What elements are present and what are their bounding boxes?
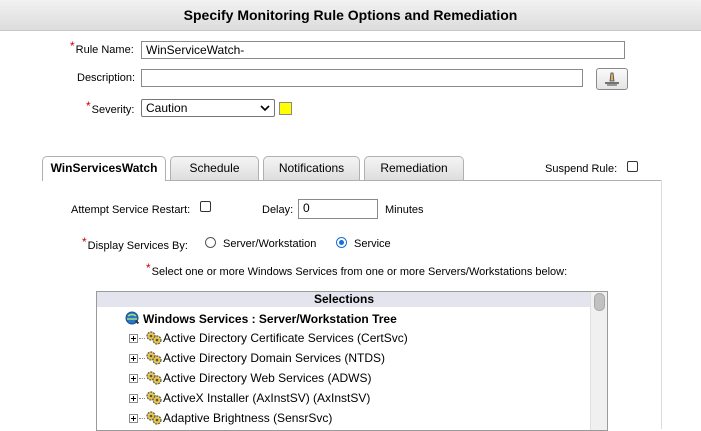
delay-label: Delay: [262,204,294,216]
globe-search-icon [125,311,140,325]
tab-winserviceswatch[interactable]: WinServicesWatch [42,156,166,181]
suspend-rule-label: Suspend Rule: [545,163,618,175]
chevron-down-icon [260,105,270,112]
radio-service-label: Service [354,238,391,250]
panel-border [661,180,662,429]
expand-icon[interactable] [129,354,138,363]
severity-select[interactable]: Caution [141,99,275,117]
edit-description-button[interactable] [596,68,628,90]
expand-icon[interactable] [129,414,138,423]
rule-name-label: *Rule Name: [70,39,134,56]
suspend-rule-checkbox[interactable] [627,161,638,172]
edit-icon [605,72,619,86]
delay-unit-label: Minutes [385,204,424,216]
radio-server-workstation[interactable] [205,237,216,248]
expand-icon[interactable] [129,334,138,343]
tab-schedule[interactable]: Schedule [170,156,259,180]
tree-scrollbar[interactable] [590,292,607,430]
dialog-title: Specify Monitoring Rule Options and Reme… [0,0,701,31]
gears-icon [146,411,162,425]
display-by-label: *Display Services By: [82,235,188,252]
radio-service[interactable] [336,237,347,248]
description-input[interactable] [141,69,583,87]
expand-icon[interactable] [129,374,138,383]
rule-name-input[interactable]: WinServiceWatch- [141,41,625,59]
gears-icon [146,331,162,345]
gears-icon [146,351,162,365]
selections-header: Selections [97,292,591,307]
restart-label: Attempt Service Restart: [71,204,191,216]
severity-label: *Severity: [86,99,135,116]
radio-server-workstation-label: Server/Workstation [223,238,317,250]
scrollbar-thumb[interactable] [594,293,605,311]
tab-notifications[interactable]: Notifications [263,156,360,180]
services-tree[interactable]: Selections Windows Services : Server/Wor… [96,291,608,431]
severity-color-swatch [279,102,292,115]
description-label: Description: [77,72,136,84]
tree-instruction: *Select one or more Windows Services fro… [146,261,568,278]
expand-icon[interactable] [129,394,138,403]
tab-remediation[interactable]: Remediation [364,156,464,180]
restart-checkbox[interactable] [200,201,211,212]
required-marker: * [70,39,75,53]
gears-icon [146,391,162,405]
delay-input[interactable]: 0 [298,199,378,219]
gears-icon [146,371,162,385]
